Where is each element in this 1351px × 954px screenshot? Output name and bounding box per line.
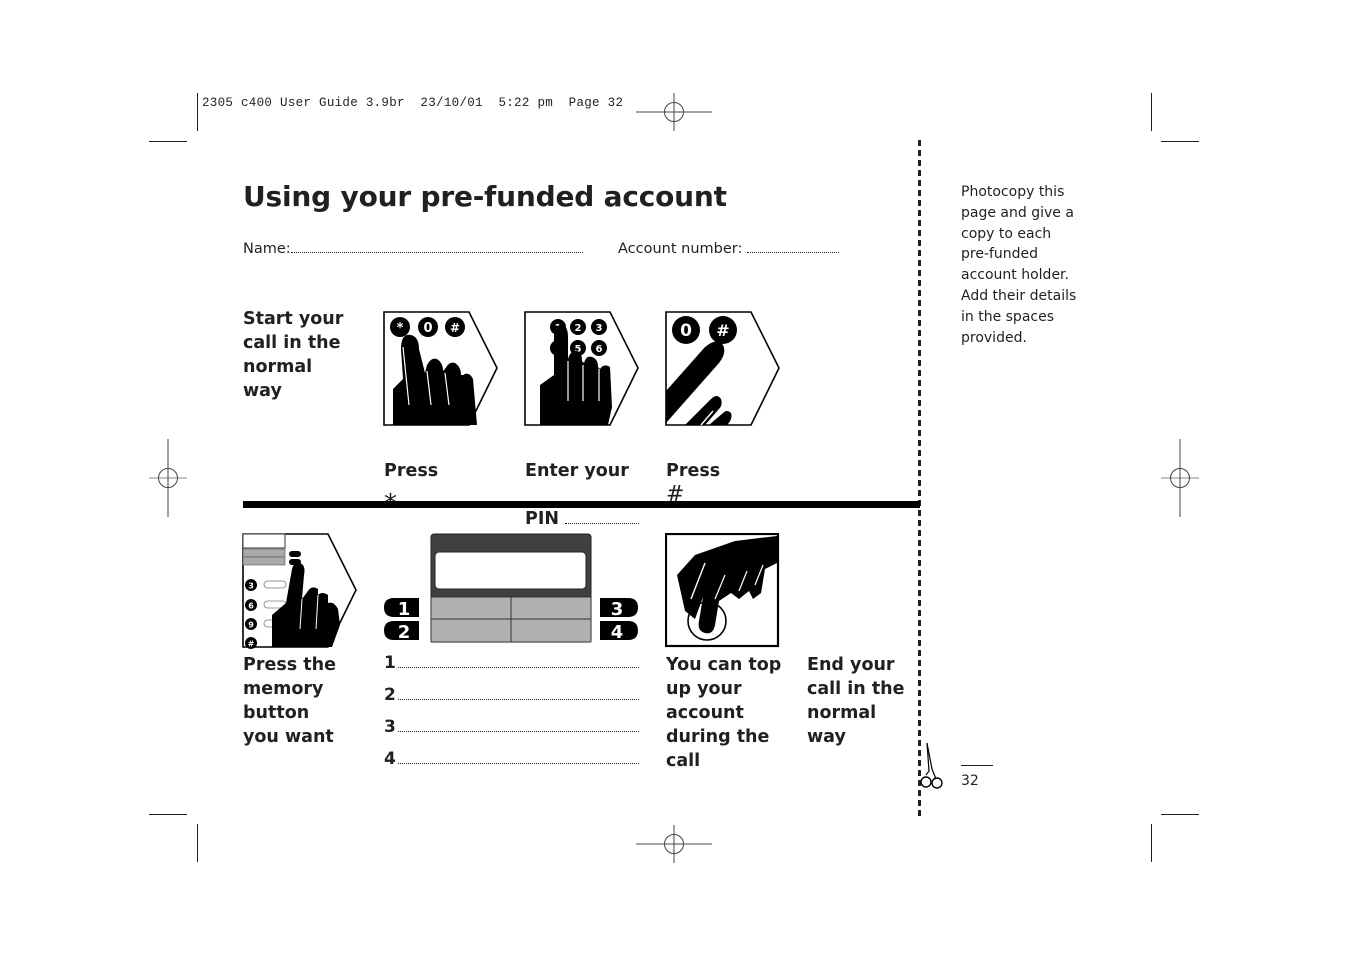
- step-press-star-label: Press: [384, 461, 439, 481]
- step-press-memory: Press the memory button you want: [243, 655, 336, 747]
- key-2: 2: [575, 323, 582, 334]
- step-end-call: End your call in the normal way: [807, 655, 905, 747]
- pin-blank[interactable]: [565, 513, 640, 524]
- memory-entry-blank[interactable]: [397, 687, 639, 700]
- page-title: Using your pre-funded account: [243, 180, 727, 213]
- memory-button-illustration: 3 6 9 #: [242, 533, 357, 649]
- memory-entry-number: 2: [384, 685, 396, 705]
- section-divider: [243, 501, 920, 508]
- crop-mark: [197, 824, 198, 862]
- memory-entry-2[interactable]: 2: [384, 685, 639, 705]
- key-hash: #: [450, 321, 460, 335]
- registration-mark-right: [1161, 439, 1199, 517]
- key-star: *: [397, 321, 404, 336]
- registration-mark-top: [636, 93, 712, 131]
- account-number-blank[interactable]: [747, 240, 840, 253]
- memory-key-3: 3: [248, 582, 254, 591]
- press-hash-illustration: 0 #: [665, 311, 780, 426]
- key-0: 0: [680, 321, 692, 341]
- key-0: 0: [423, 321, 432, 336]
- registration-mark-bottom: [636, 825, 712, 863]
- memory-entry-number: 3: [384, 717, 396, 737]
- press-star-illustration: * 0 #: [383, 311, 498, 426]
- account-number-field[interactable]: Account number:: [618, 238, 840, 257]
- memory-key-6: 6: [248, 602, 254, 611]
- memory-button-4: 4: [611, 622, 624, 643]
- phone-display-illustration: 1 2 3 4: [384, 533, 638, 643]
- step-press-hash: Press #: [666, 435, 720, 508]
- memory-entry-blank[interactable]: [397, 751, 639, 764]
- name-label: Name:: [243, 241, 291, 257]
- print-slug: 2305 c400 User Guide 3.9br 23/10/01 5:22…: [202, 96, 624, 110]
- step-enter-pin-line2: PIN: [525, 509, 559, 529]
- registration-mark-left: [149, 439, 187, 517]
- scissors-icon: [920, 742, 943, 789]
- memory-entry-4[interactable]: 4: [384, 749, 639, 769]
- crop-mark: [1161, 141, 1199, 142]
- photocopy-note: Photocopy this page and give a copy to e…: [961, 184, 1077, 346]
- crop-mark: [1151, 824, 1152, 862]
- memory-key-9: 9: [248, 621, 254, 630]
- page-number: 32: [961, 773, 979, 789]
- enter-pin-illustration: 1 2 3 5 6: [524, 311, 639, 426]
- key-hash: #: [716, 321, 729, 340]
- name-blank[interactable]: [290, 240, 583, 253]
- memory-button-2: 2: [398, 622, 411, 643]
- memory-entry-1[interactable]: 1: [384, 653, 639, 673]
- memory-entry-number: 1: [384, 653, 396, 673]
- memory-button-1: 1: [398, 599, 411, 620]
- key-6: 6: [596, 344, 603, 355]
- memory-entry-blank[interactable]: [397, 719, 639, 732]
- crop-mark: [149, 141, 187, 142]
- page-number-rule: [961, 765, 993, 766]
- crop-mark: [1151, 93, 1152, 131]
- memory-entry-3[interactable]: 3: [384, 717, 639, 737]
- crop-mark: [1161, 814, 1199, 815]
- step-enter-pin-line1: Enter your: [525, 461, 629, 481]
- cut-line: [918, 140, 921, 816]
- account-number-label: Account number:: [618, 241, 743, 257]
- step-start-call: Start your call in the normal way: [243, 309, 344, 401]
- step-press-hash-label: Press: [666, 461, 721, 481]
- key-3: 3: [596, 323, 603, 334]
- memory-entry-blank[interactable]: [397, 655, 639, 668]
- top-up-card-illustration: [665, 533, 780, 648]
- crop-mark: [197, 93, 198, 131]
- memory-key-hash: #: [248, 640, 255, 649]
- step-top-up: You can top up your account during the c…: [666, 655, 782, 771]
- memory-entry-number: 4: [384, 749, 396, 769]
- name-field[interactable]: Name:: [243, 238, 583, 257]
- memory-button-3: 3: [611, 599, 624, 620]
- step-press-star: Press ⁎: [384, 435, 439, 509]
- crop-mark: [149, 814, 187, 815]
